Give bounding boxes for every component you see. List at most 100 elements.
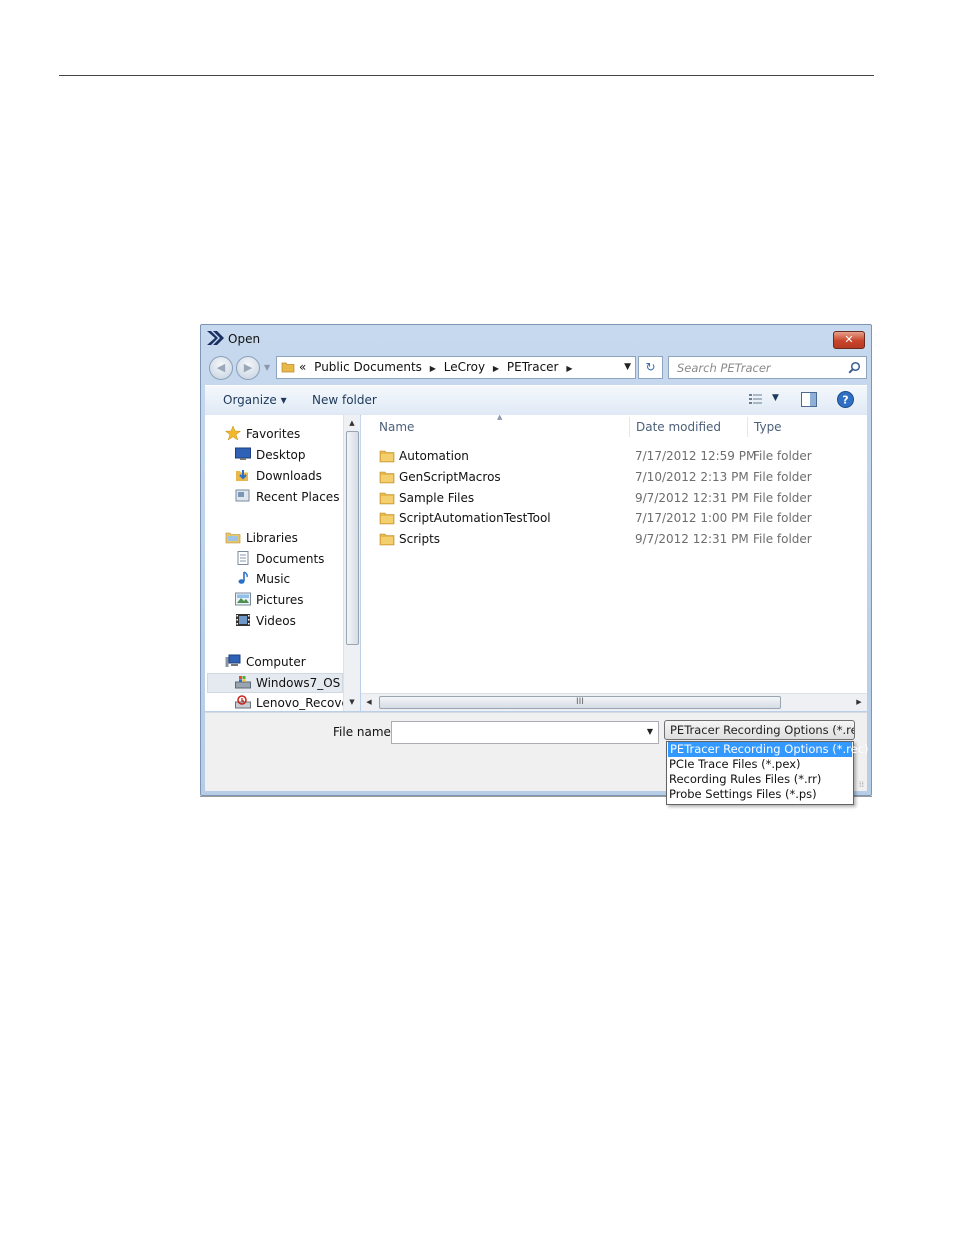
help-icon[interactable]: ?: [837, 391, 854, 408]
table-row[interactable]: ScriptAutomationTestTool 7/17/2012 1:00 …: [361, 508, 851, 528]
navigation-pane: Favorites Desktop Downloads Recent Place…: [205, 415, 343, 711]
column-divider[interactable]: [629, 417, 630, 437]
figure-bottom-rule: [852, 796, 872, 797]
figure-bottom-rule: [200, 796, 666, 797]
sidebar-item-computer[interactable]: Computer: [225, 653, 306, 671]
scroll-right-icon[interactable]: ▶: [851, 695, 867, 709]
resize-grip-icon[interactable]: ⁞⁞: [859, 780, 864, 789]
command-toolbar: Organize ▾ New folder ▼ ?: [205, 385, 867, 416]
music-icon: [238, 571, 248, 584]
scrollbar-thumb[interactable]: III: [379, 696, 781, 709]
address-dropdown-icon[interactable]: ▼: [624, 362, 631, 372]
forward-arrow-icon: ▶: [243, 361, 253, 374]
table-row[interactable]: Scripts 9/7/2012 12:31 PM File folder: [361, 529, 851, 549]
breadcrumb-public-documents[interactable]: Public Documents: [314, 360, 422, 374]
folder-icon: [379, 450, 395, 463]
new-folder-button[interactable]: New folder: [312, 393, 377, 407]
back-arrow-icon: ◀: [216, 361, 226, 374]
file-type-option-rr[interactable]: Recording Rules Files (*.rr): [667, 772, 853, 787]
file-name: ScriptAutomationTestTool: [399, 511, 551, 525]
title-bar[interactable]: Open ✕: [201, 325, 871, 353]
column-header-date-modified[interactable]: Date modified: [636, 415, 721, 439]
view-options-icon: [749, 394, 762, 404]
file-date: 7/10/2012 2:13 PM: [635, 470, 749, 484]
navigation-pane-scrollbar[interactable]: ▲ ▼: [343, 415, 360, 711]
search-box[interactable]: Search PETracer: [668, 356, 867, 379]
refresh-button[interactable]: ↻: [638, 356, 663, 379]
svg-text:?: ?: [842, 394, 848, 407]
scrollbar-thumb[interactable]: [346, 431, 359, 645]
folder-icon: [379, 492, 395, 505]
pictures-icon: [235, 592, 251, 606]
breadcrumb-lecroy[interactable]: LeCroy: [444, 360, 485, 374]
breadcrumb-petracer[interactable]: PETracer: [507, 360, 559, 374]
breadcrumb-separator-icon[interactable]: ▶: [566, 364, 572, 373]
libraries-icon: [225, 532, 241, 544]
sidebar-item-label: Lenovo_Recovery: [256, 696, 343, 710]
scroll-up-icon[interactable]: ▲: [344, 416, 360, 430]
dialog-title: Open: [228, 332, 261, 346]
sidebar-item-pictures[interactable]: Pictures: [235, 591, 304, 609]
file-date: 7/17/2012 12:59 PM: [635, 449, 757, 463]
file-list: ▲ Name Date modified Type Automation 7/1…: [361, 415, 867, 711]
navigation-row: ◀ ▶ ▼ « Public Documents ▶ LeCroy ▶ PETr…: [201, 353, 871, 383]
table-row[interactable]: Automation 7/17/2012 12:59 PM File folde…: [361, 446, 851, 466]
sidebar-item-lenovo-recovery[interactable]: Lenovo_Recovery: [235, 694, 343, 711]
sidebar-item-music[interactable]: Music: [235, 570, 290, 588]
sidebar-item-label: Videos: [256, 614, 296, 628]
star-icon: [225, 426, 241, 440]
column-header-type[interactable]: Type: [754, 415, 782, 439]
file-type-select[interactable]: PETracer Recording Options (*.rec): [664, 720, 855, 740]
table-row[interactable]: GenScriptMacros 7/10/2012 2:13 PM File f…: [361, 467, 851, 487]
file-type: File folder: [753, 449, 812, 463]
drive-icon: [235, 676, 251, 689]
file-name: Scripts: [399, 532, 441, 546]
folder-icon: [379, 533, 395, 546]
file-type: File folder: [753, 511, 812, 525]
sidebar-item-favorites[interactable]: Favorites: [225, 425, 300, 443]
column-divider[interactable]: [747, 417, 748, 437]
file-name-label: File name:: [333, 725, 395, 739]
sidebar-item-label: Desktop: [256, 448, 306, 462]
recent-locations-dropdown[interactable]: ▼: [264, 363, 270, 372]
sidebar-item-windows7-os[interactable]: Windows7_OS (C: [235, 674, 343, 692]
file-date: 7/17/2012 1:00 PM: [635, 511, 749, 525]
recovery-drive-icon: [235, 695, 251, 709]
change-view-button[interactable]: ▼: [748, 392, 780, 408]
breadcrumb-overflow[interactable]: «: [299, 360, 306, 374]
sidebar-item-label: Documents: [256, 552, 325, 566]
sidebar-item-libraries[interactable]: Libraries: [225, 529, 298, 547]
forward-button[interactable]: ▶: [236, 356, 260, 380]
preview-pane-icon[interactable]: [801, 392, 817, 407]
open-dialog-screenshot: Open ✕ ◀ ▶ ▼ « Public Documents ▶ LeCroy: [200, 324, 872, 805]
sidebar-item-desktop[interactable]: Desktop: [235, 446, 306, 464]
videos-icon: [236, 614, 250, 626]
scroll-left-icon[interactable]: ◀: [361, 695, 377, 709]
file-type-option-rec[interactable]: PETracer Recording Options (*.rec): [668, 742, 869, 757]
search-icon[interactable]: [848, 361, 861, 374]
back-button[interactable]: ◀: [209, 356, 233, 380]
file-list-horizontal-scrollbar[interactable]: ◀ III ▶: [361, 693, 867, 711]
sidebar-item-label: Computer: [246, 655, 306, 669]
sidebar-item-documents[interactable]: Documents: [235, 550, 324, 568]
table-row[interactable]: Sample Files 9/7/2012 12:31 PM File fold…: [361, 488, 851, 508]
breadcrumb-separator-icon[interactable]: ▶: [430, 364, 436, 373]
column-header-name[interactable]: Name: [379, 415, 414, 439]
sidebar-item-videos[interactable]: Videos: [235, 612, 296, 630]
sidebar-item-label: Music: [256, 572, 291, 586]
sidebar-item-downloads[interactable]: Downloads: [235, 467, 322, 485]
file-name-field[interactable]: ▼: [391, 721, 659, 744]
file-type-option-pex[interactable]: PCIe Trace Files (*.pex): [667, 757, 853, 772]
address-bar[interactable]: « Public Documents ▶ LeCroy ▶ PETracer ▶…: [276, 356, 636, 379]
file-name: Sample Files: [399, 491, 475, 505]
file-name-dropdown-icon[interactable]: ▼: [647, 727, 653, 736]
file-type-option-ps[interactable]: Probe Settings Files (*.ps): [667, 787, 853, 802]
file-date: 9/7/2012 12:31 PM: [635, 491, 749, 505]
scroll-down-icon[interactable]: ▼: [344, 695, 360, 709]
breadcrumb-separator-icon[interactable]: ▶: [493, 364, 499, 373]
close-button[interactable]: ✕: [833, 331, 865, 349]
file-type: File folder: [753, 532, 812, 546]
organize-button[interactable]: Organize ▾: [223, 393, 287, 407]
sidebar-item-recent-places[interactable]: Recent Places: [235, 488, 339, 506]
sidebar-item-label: Pictures: [256, 593, 304, 607]
